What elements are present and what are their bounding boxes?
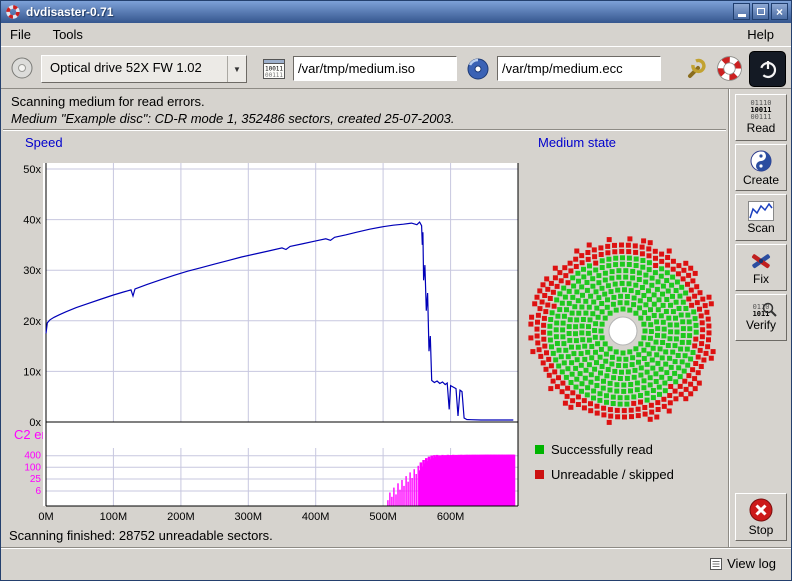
- view-log-icon: [710, 558, 722, 570]
- svg-text:30x: 30x: [23, 265, 41, 277]
- c2-title: C2 errors: [14, 427, 68, 442]
- toolbar: Optical drive 52X FW 1.02 ▼ 10011 00111: [1, 46, 791, 89]
- chevron-down-icon: ▼: [227, 56, 246, 82]
- app-lifebuoy-icon: [6, 5, 20, 19]
- separator: [3, 129, 726, 131]
- verify-button[interactable]: 0110 1011 Verify: [735, 294, 787, 341]
- menubar: File Tools Help: [1, 23, 791, 46]
- stop-icon: [748, 497, 774, 523]
- drive-icon: [9, 55, 35, 81]
- verify-icon: 0110 1011: [753, 304, 770, 318]
- window-title: dvdisaster-0.71: [26, 5, 113, 19]
- svg-text:10x: 10x: [23, 366, 41, 378]
- fix-icon: [748, 250, 774, 272]
- drive-eject-button[interactable]: [7, 53, 37, 83]
- svg-text:40x: 40x: [23, 215, 41, 227]
- svg-text:50x: 50x: [23, 164, 41, 176]
- view-log-button[interactable]: View log: [705, 554, 781, 573]
- power-icon: [757, 58, 779, 80]
- speed-title: Speed: [25, 135, 63, 150]
- svg-text:0M: 0M: [38, 511, 53, 523]
- titlebar[interactable]: dvdisaster-0.71 ×: [1, 1, 791, 23]
- svg-text:400M: 400M: [302, 511, 330, 523]
- statusbar: View log: [1, 548, 791, 581]
- scan-button[interactable]: Scan: [735, 194, 787, 241]
- minimize-icon: [738, 14, 746, 17]
- medium-state-title: Medium state: [538, 135, 616, 150]
- svg-text:100M: 100M: [100, 511, 128, 523]
- fix-button[interactable]: Fix: [735, 244, 787, 291]
- stop-button[interactable]: Stop: [735, 493, 787, 541]
- read-button[interactable]: 01110 10011 00111 Read: [735, 94, 787, 141]
- menu-help[interactable]: Help: [738, 23, 783, 46]
- minimize-button[interactable]: [733, 3, 750, 20]
- image-file-input[interactable]: [293, 56, 457, 81]
- svg-text:300M: 300M: [235, 511, 263, 523]
- legend-ok-label: Successfully read: [551, 442, 653, 457]
- svg-text:25: 25: [30, 474, 42, 485]
- menu-tools[interactable]: Tools: [44, 23, 92, 46]
- rescue-button[interactable]: [715, 54, 743, 82]
- legend-bad: Unreadable / skipped: [535, 467, 674, 482]
- ecc-file-input[interactable]: [497, 56, 661, 81]
- read-icon: 01110 10011 00111: [750, 100, 771, 121]
- view-log-label: View log: [727, 556, 776, 571]
- app-window: dvdisaster-0.71 × File Tools Help Optica…: [0, 0, 792, 581]
- svg-text:6: 6: [35, 486, 41, 497]
- drive-selector[interactable]: Optical drive 52X FW 1.02 ▼: [41, 55, 247, 83]
- status-footer: Scanning finished: 28752 unreadable sect…: [9, 528, 273, 543]
- lifebuoy-icon: [717, 56, 742, 81]
- create-button[interactable]: Create: [735, 144, 787, 191]
- svg-text:500M: 500M: [369, 511, 397, 523]
- svg-text:200M: 200M: [167, 511, 195, 523]
- svg-text:20x: 20x: [23, 316, 41, 328]
- svg-text:600M: 600M: [437, 511, 465, 523]
- magnifier-icon: [761, 301, 779, 319]
- legend-bad-label: Unreadable / skipped: [551, 467, 674, 482]
- legend-ok-swatch: [535, 445, 544, 454]
- image-file-icon: 10011 00111: [261, 56, 287, 81]
- status-line-2: Medium "Example disc": CD-R mode 1, 3524…: [11, 111, 455, 126]
- ecc-file-icon: [465, 56, 491, 81]
- maximize-icon: [757, 8, 765, 15]
- menu-file[interactable]: File: [1, 23, 40, 46]
- status-line-1: Scanning medium for read errors.: [11, 94, 205, 109]
- drive-selector-value: Optical drive 52X FW 1.02: [42, 56, 227, 82]
- svg-text:100: 100: [24, 462, 41, 473]
- scan-icon: [748, 201, 774, 221]
- maximize-button[interactable]: [752, 3, 769, 20]
- close-button[interactable]: ×: [771, 3, 788, 20]
- legend-ok: Successfully read: [535, 442, 653, 457]
- wrench-icon: [685, 56, 709, 80]
- power-button[interactable]: [749, 51, 786, 87]
- action-sidebar: 01110 10011 00111 Read Create Scan: [728, 89, 792, 548]
- svg-text:400: 400: [24, 451, 41, 462]
- legend-bad-swatch: [535, 470, 544, 479]
- preferences-button[interactable]: [683, 54, 711, 82]
- svg-text:00111: 00111: [265, 72, 283, 79]
- create-icon: [749, 149, 773, 173]
